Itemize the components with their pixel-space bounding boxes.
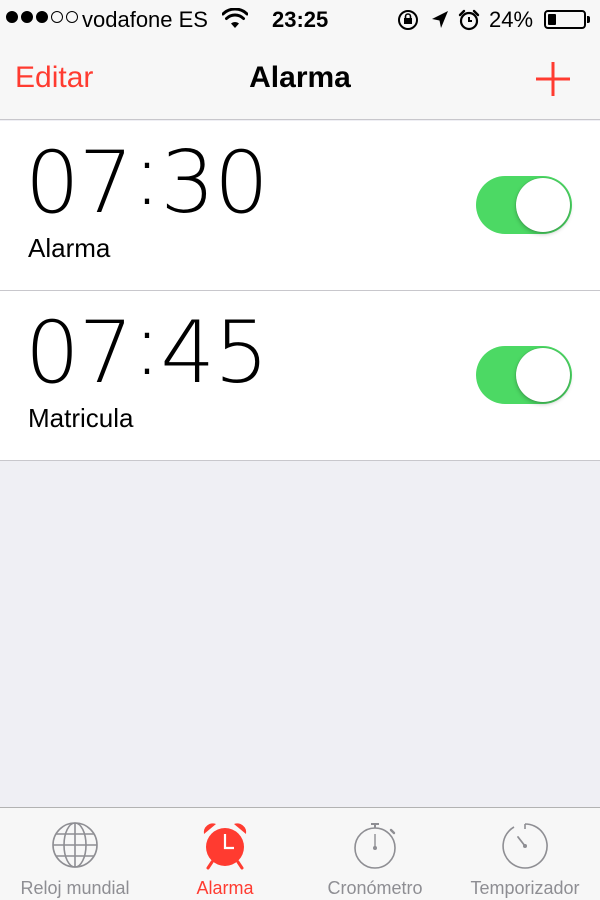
alarm-hour: 07 — [25, 133, 133, 233]
location-arrow-icon — [432, 11, 448, 28]
tab-stopwatch[interactable]: Cronómetro — [300, 808, 450, 900]
plus-icon[interactable] — [534, 60, 572, 98]
time-colon: : — [132, 295, 161, 395]
alarm-toggle[interactable] — [476, 346, 572, 404]
tab-label: Cronómetro — [327, 878, 423, 898]
alarm-minute: 30 — [160, 133, 268, 233]
alarm-screen: vodafone ES 23:25 24% Editar Alarma 07:3… — [0, 0, 600, 900]
battery-icon — [544, 10, 590, 29]
signal-dot — [66, 11, 78, 23]
stopwatch-icon — [354, 823, 396, 869]
alarm-clock-icon — [203, 823, 247, 870]
tab-label: Temporizador — [470, 878, 580, 898]
alarm-list: 07:30 Alarma 07:45 Matricula — [0, 121, 600, 461]
tab-alarm[interactable]: Alarma — [150, 808, 300, 900]
alarm-label: Alarma — [28, 233, 111, 263]
alarm-minute: 45 — [160, 303, 268, 403]
signal-dot — [6, 11, 18, 23]
signal-dot — [51, 11, 63, 23]
alarm-row[interactable]: 07:30 Alarma — [0, 121, 600, 291]
toggle-knob — [516, 348, 570, 402]
signal-strength-icon — [6, 11, 78, 23]
toggle-knob — [516, 178, 570, 232]
wifi-icon — [222, 8, 248, 28]
alarm-row[interactable]: 07:45 Matricula — [0, 291, 600, 461]
alarm-time: 07:45 — [25, 295, 269, 403]
time-colon: : — [132, 125, 161, 225]
battery-fill — [548, 14, 556, 25]
edit-button[interactable]: Editar — [15, 61, 93, 95]
battery-percent: 24% — [489, 7, 534, 32]
tab-timer[interactable]: Temporizador — [450, 808, 600, 900]
signal-dot — [36, 11, 48, 23]
timer-icon — [502, 823, 548, 869]
navigation-bar: Editar Alarma — [0, 40, 600, 120]
globe-icon — [52, 822, 98, 868]
carrier-name: vodafone ES — [82, 7, 208, 32]
alarm-hour: 07 — [25, 303, 133, 403]
battery-nub — [587, 16, 590, 23]
tab-world-clock[interactable]: Reloj mundial — [0, 808, 150, 900]
rotation-lock-icon — [398, 10, 418, 30]
alarm-label: Matricula — [28, 403, 134, 433]
status-time: 23:25 — [272, 7, 329, 32]
tab-bar: Reloj mundial Alarma Cronómetro Temporiz… — [0, 807, 600, 900]
tab-label: Reloj mundial — [20, 878, 130, 898]
alarm-time: 07:30 — [25, 125, 269, 233]
tab-label: Alarma — [196, 878, 254, 898]
signal-dot — [21, 11, 33, 23]
status-bar: vodafone ES 23:25 24% — [0, 0, 600, 40]
alarm-toggle[interactable] — [476, 176, 572, 234]
alarm-status-icon — [458, 9, 480, 31]
